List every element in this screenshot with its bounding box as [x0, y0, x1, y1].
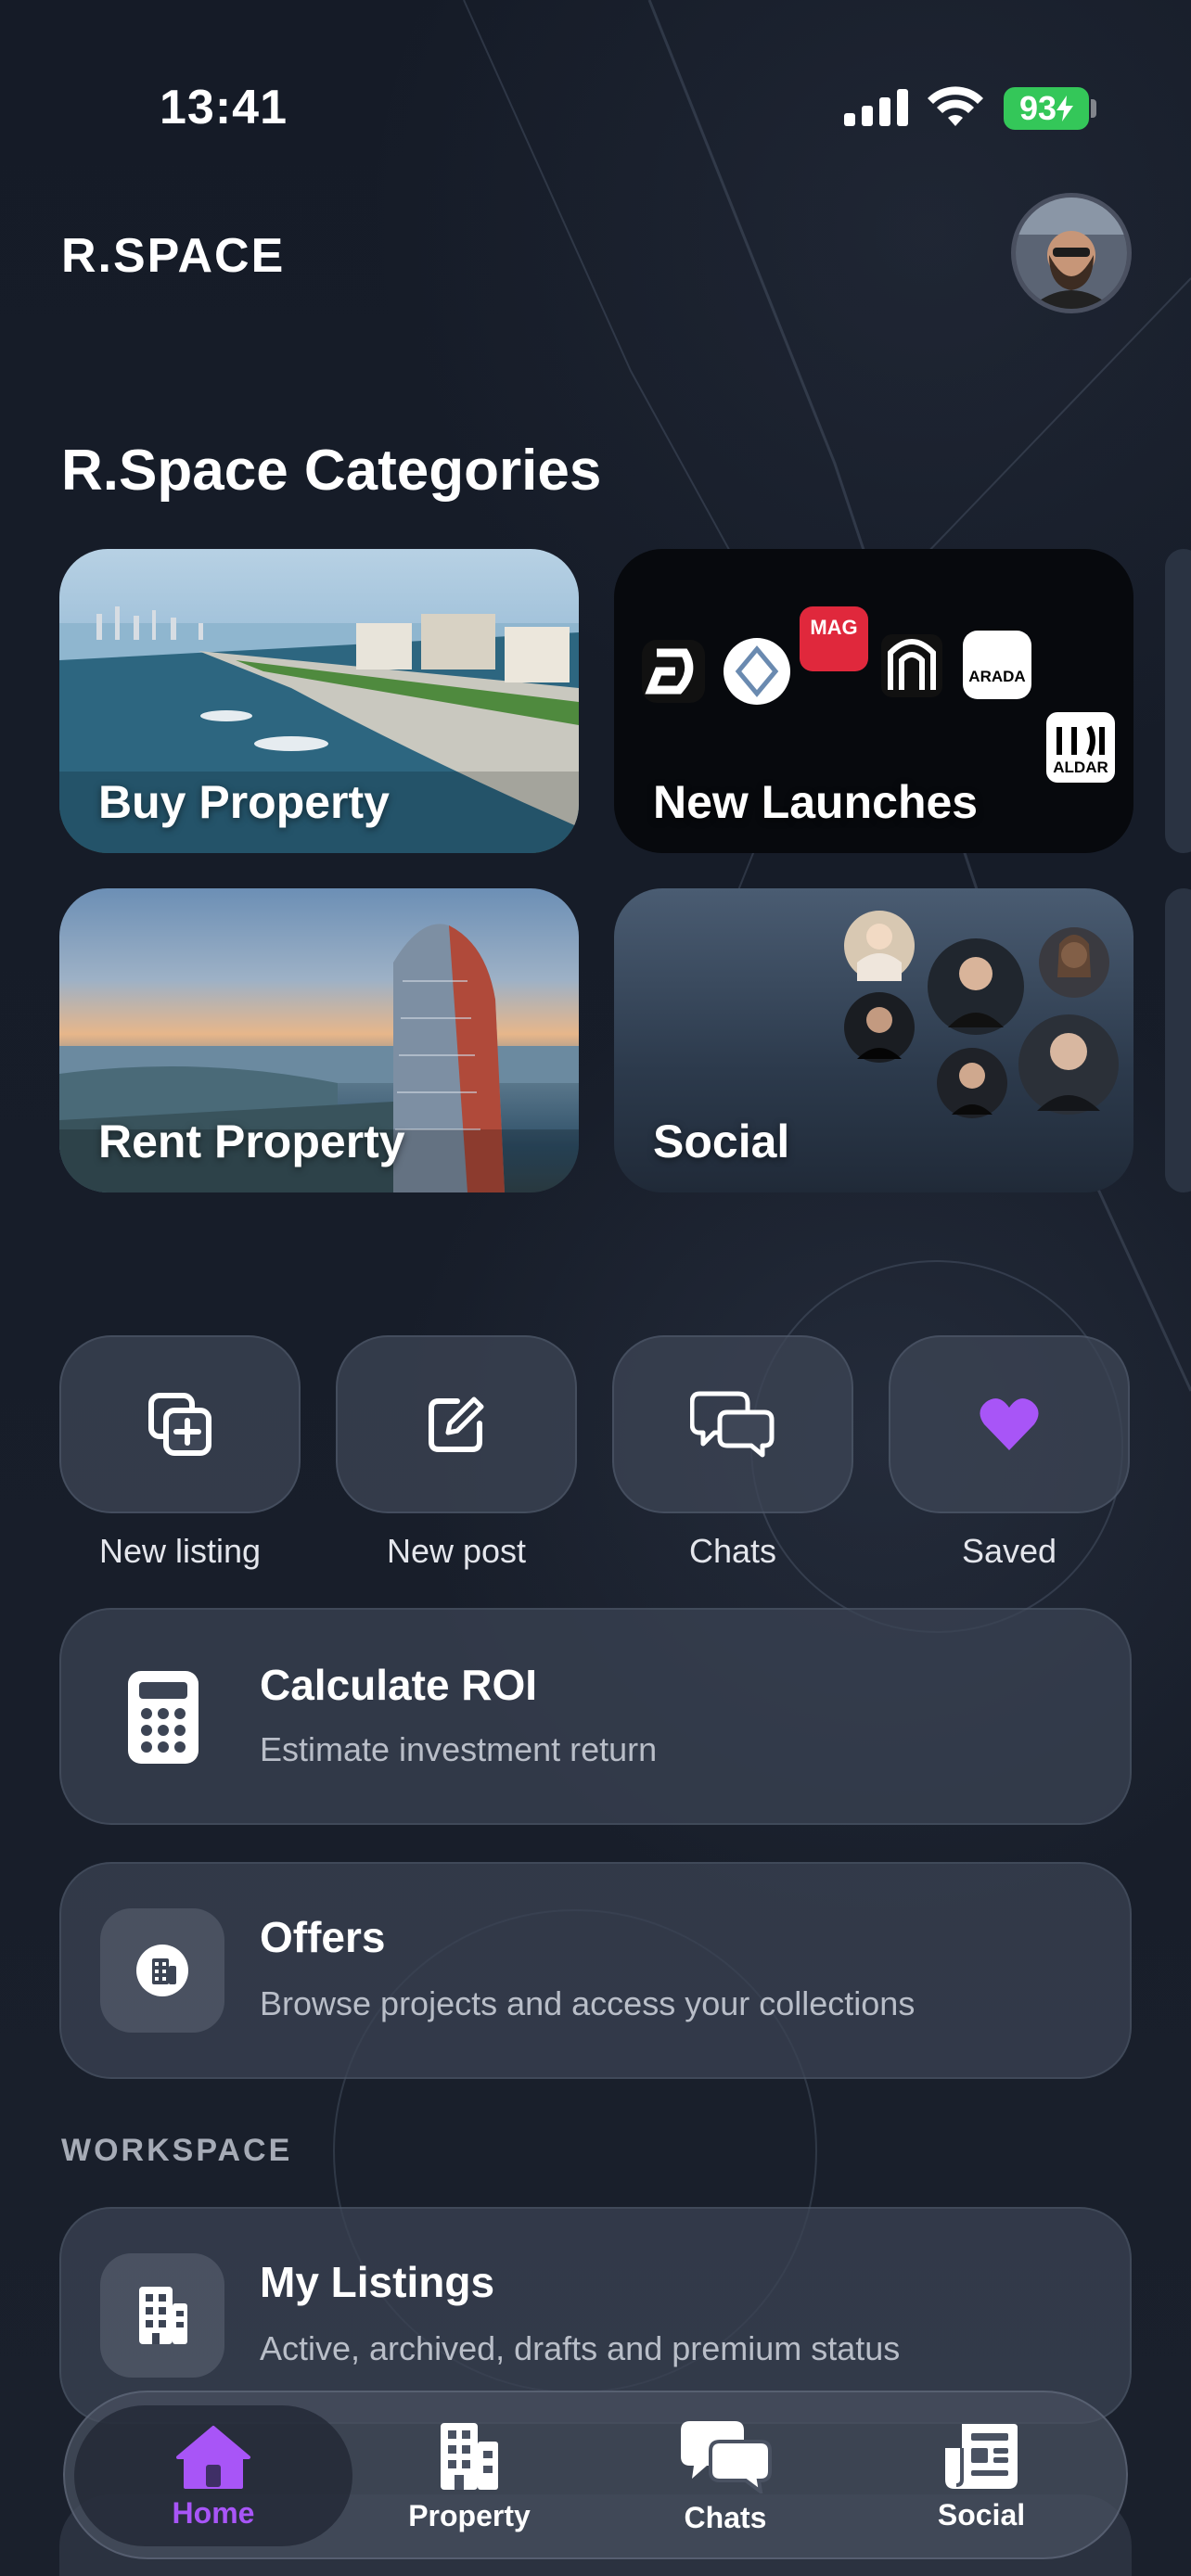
- chat-bubbles-icon: [690, 1391, 775, 1458]
- quick-label: New post: [386, 1532, 527, 1570]
- my-listings-icon-box: [100, 2253, 224, 2378]
- saved-button[interactable]: [889, 1335, 1130, 1513]
- offers-icon-box: [100, 1908, 224, 2033]
- add-copy-icon: [148, 1393, 211, 1456]
- building-icon: [139, 2287, 187, 2344]
- home-icon: [176, 2425, 250, 2489]
- tab-label: Chats: [684, 2500, 767, 2534]
- newspaper-icon: [945, 2423, 1018, 2489]
- chats-button[interactable]: [612, 1335, 853, 1513]
- tab-chats[interactable]: Chats: [605, 2392, 846, 2561]
- tab-social[interactable]: Social: [861, 2392, 1102, 2561]
- battery-level: 93: [1018, 89, 1057, 127]
- calculator-icon: [128, 1671, 198, 1764]
- chat-bubbles-icon: [681, 2420, 772, 2493]
- new-post-button[interactable]: [336, 1335, 577, 1513]
- my-listings-title: My Listings: [260, 2258, 495, 2306]
- category-social[interactable]: Social: [614, 888, 1133, 1192]
- profile-avatar[interactable]: [1011, 193, 1132, 313]
- tab-label: Home: [172, 2495, 255, 2530]
- building-circle-icon: [136, 1945, 188, 1996]
- background-map-lines: [333, 0, 1191, 2393]
- wifi-icon: [928, 86, 983, 126]
- category-label: Social: [653, 1116, 790, 1167]
- roi-title: Calculate ROI: [260, 1661, 538, 1709]
- tab-home[interactable]: Home: [93, 2392, 334, 2561]
- category-buy-property[interactable]: Buy Property: [59, 549, 579, 853]
- workspace-heading: WORKSPACE: [61, 2133, 293, 2168]
- battery-cap: [1091, 99, 1096, 118]
- status-bar: 13:41 93: [0, 0, 1191, 185]
- charging-bolt-icon: [1057, 96, 1074, 121]
- status-time: 13:41: [160, 81, 288, 134]
- bottom-tab-bar: Home Property Chats Social: [63, 2391, 1128, 2559]
- category-peek: [1165, 549, 1191, 853]
- arada-logo-text: ARADA: [968, 668, 1026, 685]
- offers-subtitle: Browse projects and access your collecti…: [260, 1984, 916, 2022]
- offers-card[interactable]: Offers Browse projects and access your c…: [59, 1862, 1132, 2079]
- new-listing-button[interactable]: [59, 1335, 301, 1513]
- category-label: New Launches: [653, 776, 979, 828]
- app-logo: R.SPACE: [61, 229, 286, 283]
- category-peek: [1165, 888, 1191, 1192]
- offers-title: Offers: [260, 1913, 386, 1961]
- battery-indicator: 93: [1004, 87, 1089, 130]
- calculate-roi-card[interactable]: Calculate ROI Estimate investment return: [59, 1608, 1132, 1825]
- categories-title: R.Space Categories: [61, 439, 602, 503]
- cellular-signal-icon: [844, 89, 908, 126]
- edit-icon: [429, 1396, 484, 1452]
- my-listings-subtitle: Active, archived, drafts and premium sta…: [260, 2329, 901, 2367]
- category-label: Buy Property: [98, 776, 390, 828]
- quick-label: Saved: [961, 1532, 1057, 1570]
- category-rent-property[interactable]: Rent Property: [59, 888, 579, 1192]
- quick-label: New listing: [98, 1532, 262, 1570]
- tab-label: Social: [937, 2497, 1026, 2531]
- avatar-image: [1016, 198, 1127, 309]
- category-label: Rent Property: [98, 1116, 405, 1167]
- heart-icon: [980, 1398, 1039, 1450]
- roi-subtitle: Estimate investment return: [260, 1730, 658, 1768]
- tab-label: Property: [408, 2498, 531, 2532]
- quick-label: Chats: [688, 1532, 777, 1570]
- aldar-logo-text: ALDAR: [1053, 759, 1108, 776]
- category-new-launches[interactable]: MAG ARADA ALDAR New Launches: [614, 549, 1133, 853]
- mag-logo-text: MAG: [810, 616, 858, 639]
- buildings-icon: [441, 2422, 498, 2490]
- tab-property[interactable]: Property: [349, 2392, 590, 2561]
